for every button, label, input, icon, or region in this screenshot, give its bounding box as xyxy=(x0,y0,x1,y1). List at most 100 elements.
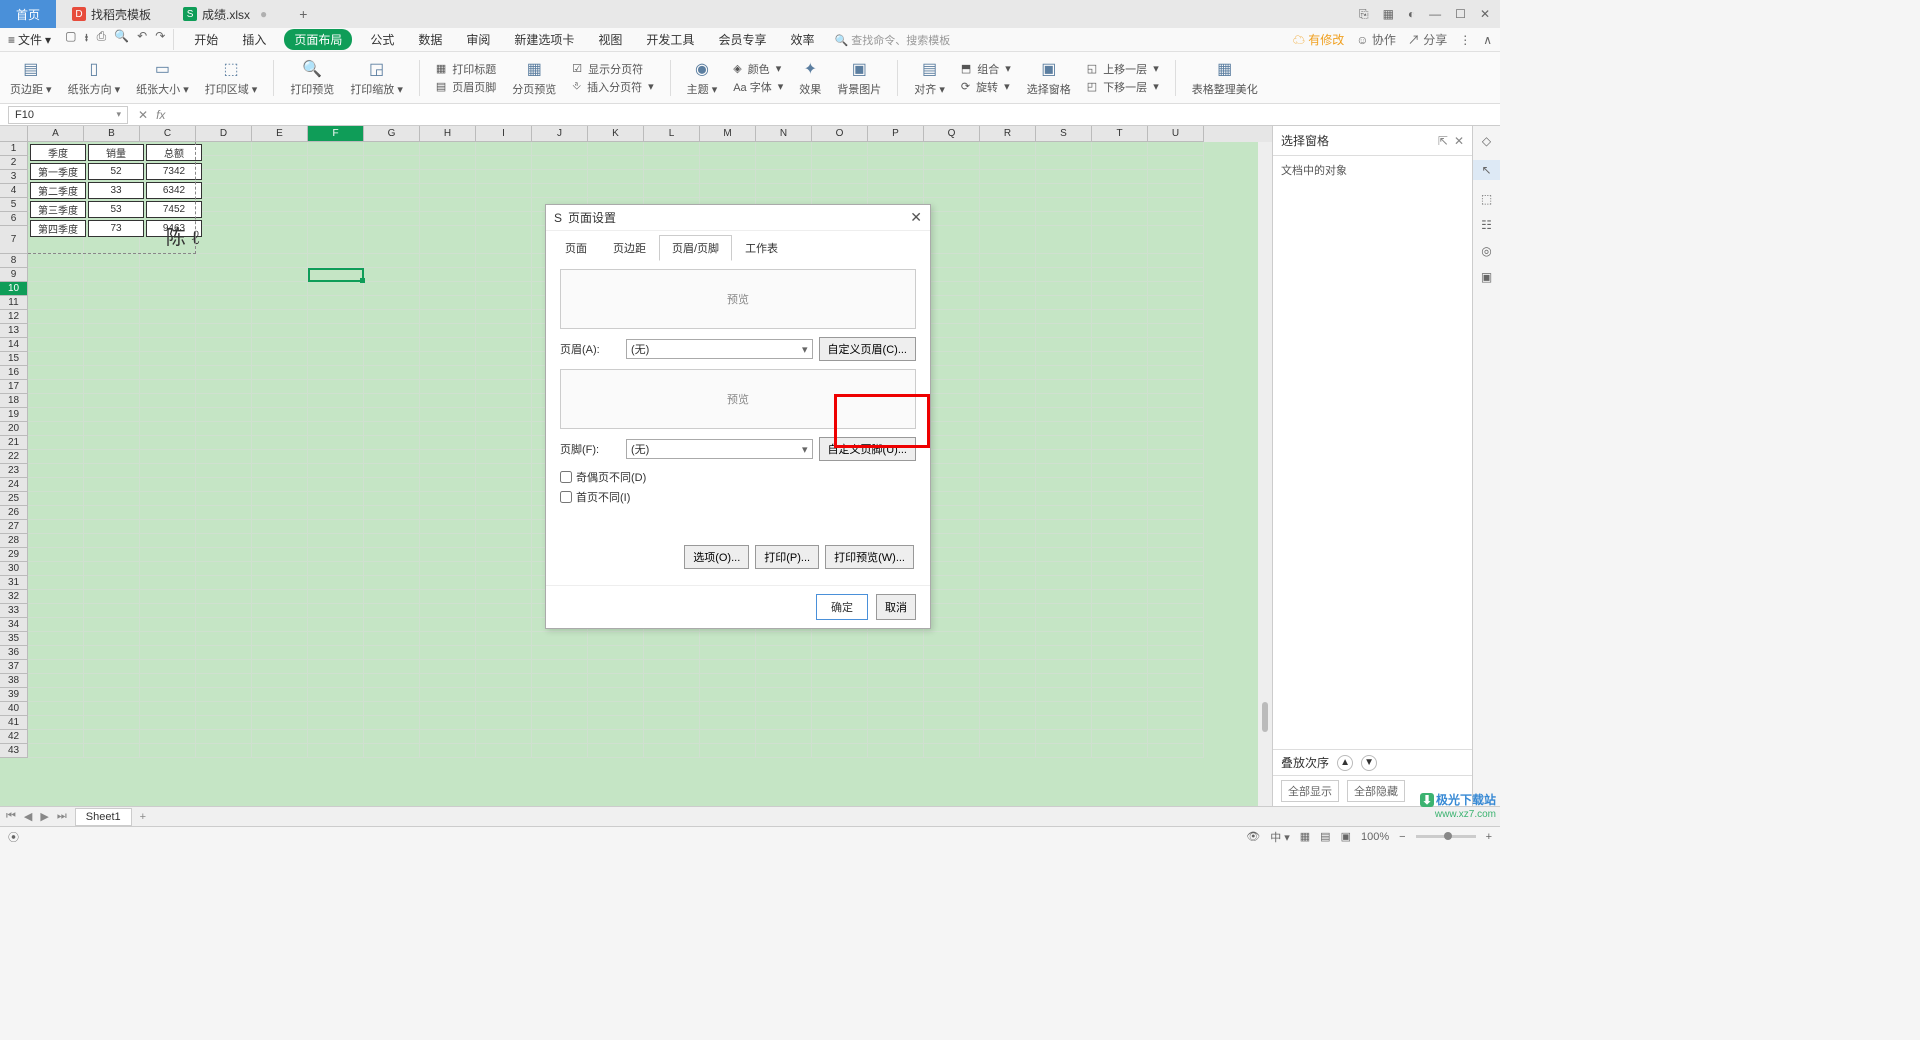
column-headers[interactable]: ABCDEFGHIJKLMNOPQRSTU xyxy=(28,126,1272,142)
row-head-22[interactable]: 22 xyxy=(0,450,28,464)
sync-status[interactable]: ☁ 有修改 xyxy=(1293,31,1344,48)
ribbon-group[interactable]: ⬒ 组合 ▾ xyxy=(961,61,1011,77)
dlg-tab-headerfooter[interactable]: 页眉/页脚 xyxy=(659,235,732,261)
row-head-24[interactable]: 24 xyxy=(0,478,28,492)
ribbon-show-breaks[interactable]: ☑ 显示分页符 xyxy=(572,61,653,77)
col-head-A[interactable]: A xyxy=(28,126,84,142)
row-head-29[interactable]: 29 xyxy=(0,548,28,562)
tab-dev[interactable]: 开发工具 xyxy=(640,29,700,50)
row-head-36[interactable]: 36 xyxy=(0,646,28,660)
row-head-4[interactable]: 4 xyxy=(0,184,28,198)
ribbon-rotate[interactable]: ⟳ 旋转 ▾ xyxy=(961,79,1011,95)
custom-footer-button[interactable]: 自定义页脚(U)... xyxy=(819,437,916,461)
print-preview-button[interactable]: 打印预览(W)... xyxy=(825,545,914,569)
sheet-next-icon[interactable]: ▶ xyxy=(40,810,48,823)
sheet-first-icon[interactable]: ⏮ xyxy=(6,810,16,823)
tab-file[interactable]: S成绩.xlsx● xyxy=(167,0,283,28)
col-head-G[interactable]: G xyxy=(364,126,420,142)
ribbon-backward[interactable]: ◰ 下移一层 ▾ xyxy=(1087,79,1159,95)
tab-start[interactable]: 开始 xyxy=(188,29,224,50)
tab-pagelayout[interactable]: 页面布局 xyxy=(284,29,352,50)
row-head-33[interactable]: 33 xyxy=(0,604,28,618)
col-head-S[interactable]: S xyxy=(1036,126,1092,142)
ribbon-size[interactable]: ▭纸张大小 ▾ xyxy=(136,59,189,97)
lang-icon[interactable]: 中 ▾ xyxy=(1270,829,1290,845)
row-head-37[interactable]: 37 xyxy=(0,660,28,674)
row-head-31[interactable]: 31 xyxy=(0,576,28,590)
ribbon-print-area[interactable]: ⬚打印区域 ▾ xyxy=(205,59,258,97)
move-down-icon[interactable]: ▼ xyxy=(1361,755,1377,771)
tab-new[interactable]: 新建选项卡 xyxy=(508,29,580,50)
options-button[interactable]: 选项(O)... xyxy=(684,545,749,569)
tab-member[interactable]: 会员专享 xyxy=(712,29,772,50)
ribbon-orientation[interactable]: ▯纸张方向 ▾ xyxy=(68,59,121,97)
row-head-8[interactable]: 8 xyxy=(0,254,28,268)
fx-icon[interactable]: fx xyxy=(156,108,165,122)
dlg-tab-worksheet[interactable]: 工作表 xyxy=(732,235,791,261)
ribbon-header-footer[interactable]: ▤ 页眉页脚 xyxy=(436,79,496,95)
header-select[interactable]: (无) xyxy=(626,339,813,359)
row-head-21[interactable]: 21 xyxy=(0,436,28,450)
ribbon-print-title[interactable]: ▦ 打印标题 xyxy=(436,61,496,77)
tab-add[interactable]: + xyxy=(283,0,323,28)
tab-formula[interactable]: 公式 xyxy=(364,29,400,50)
col-head-B[interactable]: B xyxy=(84,126,140,142)
command-search[interactable]: 🔍 查找命令、搜索模板 xyxy=(834,32,950,48)
collapse-ribbon-icon[interactable]: ∧ xyxy=(1483,33,1492,47)
new-icon[interactable]: ▢ xyxy=(65,29,76,50)
row-head-27[interactable]: 27 xyxy=(0,520,28,534)
tab-home[interactable]: 首页 xyxy=(0,0,56,28)
row-head-14[interactable]: 14 xyxy=(0,338,28,352)
sheet-tab[interactable]: Sheet1 xyxy=(75,808,132,826)
ribbon-effect[interactable]: ✦效果 xyxy=(799,59,821,97)
row-head-39[interactable]: 39 xyxy=(0,688,28,702)
ok-button[interactable]: 确定 xyxy=(816,594,868,620)
row-head-26[interactable]: 26 xyxy=(0,506,28,520)
col-head-C[interactable]: C xyxy=(140,126,196,142)
ribbon-margins[interactable]: ▤页边距 ▾ xyxy=(10,59,52,97)
col-head-E[interactable]: E xyxy=(252,126,308,142)
col-head-K[interactable]: K xyxy=(588,126,644,142)
ribbon-color[interactable]: ◈ 颜色 ▾ xyxy=(733,61,783,77)
tab-insert[interactable]: 插入 xyxy=(236,29,272,50)
row-head-11[interactable]: 11 xyxy=(0,296,28,310)
cancel-fx-icon[interactable]: ✕ xyxy=(138,108,148,122)
rail-chart-icon[interactable]: ☷ xyxy=(1481,218,1492,232)
row-head-42[interactable]: 42 xyxy=(0,730,28,744)
ribbon-break-preview[interactable]: ▦分页预览 xyxy=(512,59,556,97)
ribbon-forward[interactable]: ◱ 上移一层 ▾ xyxy=(1087,61,1159,77)
row-head-15[interactable]: 15 xyxy=(0,352,28,366)
rail-properties-icon[interactable]: ◇ xyxy=(1482,134,1491,148)
menu-toggle[interactable]: ≡ 文件 ▾ xyxy=(8,31,51,48)
dlg-tab-page[interactable]: 页面 xyxy=(552,235,600,261)
rail-select-icon[interactable]: ↖ xyxy=(1473,160,1500,180)
pane-pin-icon[interactable]: ⇱ xyxy=(1438,134,1448,148)
ribbon-selection-pane[interactable]: ▣选择窗格 xyxy=(1027,59,1071,97)
rail-image-icon[interactable]: ◎ xyxy=(1481,244,1491,258)
ribbon-align[interactable]: ▤对齐 ▾ xyxy=(914,59,945,97)
col-head-I[interactable]: I xyxy=(476,126,532,142)
col-head-H[interactable]: H xyxy=(420,126,476,142)
col-head-Q[interactable]: Q xyxy=(924,126,980,142)
print-icon[interactable]: ⎙ xyxy=(97,29,107,50)
row-head-13[interactable]: 13 xyxy=(0,324,28,338)
ribbon-scale[interactable]: ◲打印缩放 ▾ xyxy=(350,59,403,97)
zoom-out-icon[interactable]: − xyxy=(1399,831,1405,843)
row-head-43[interactable]: 43 xyxy=(0,744,28,758)
col-head-O[interactable]: O xyxy=(812,126,868,142)
col-head-M[interactable]: M xyxy=(700,126,756,142)
eye-icon[interactable]: 👁 xyxy=(1246,830,1260,843)
col-head-N[interactable]: N xyxy=(756,126,812,142)
minimize-icon[interactable]: — xyxy=(1429,7,1441,21)
footer-select[interactable]: (无) xyxy=(626,439,813,459)
row-head-19[interactable]: 19 xyxy=(0,408,28,422)
row-head-3[interactable]: 3 xyxy=(0,170,28,184)
row-head-2[interactable]: 2 xyxy=(0,156,28,170)
sheet-last-icon[interactable]: ⏭ xyxy=(57,810,67,823)
row-head-10[interactable]: 10 xyxy=(0,282,28,296)
show-all-button[interactable]: 全部显示 xyxy=(1281,780,1339,802)
row-head-9[interactable]: 9 xyxy=(0,268,28,282)
more-icon[interactable]: ⋮ xyxy=(1459,33,1471,47)
row-head-28[interactable]: 28 xyxy=(0,534,28,548)
view1-icon[interactable]: ▦ xyxy=(1300,830,1310,843)
